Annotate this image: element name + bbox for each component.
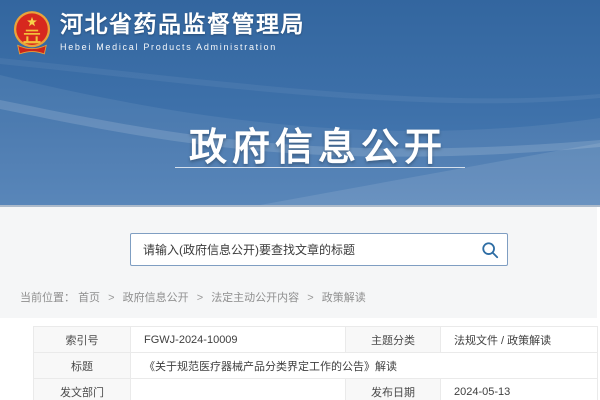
issuing-department-label: 发文部门 xyxy=(34,379,131,400)
breadcrumb-item-home[interactable]: 首页 xyxy=(78,292,100,304)
index-number-value: FGWJ-2024-10009 xyxy=(131,327,346,353)
title-underline xyxy=(175,167,465,168)
breadcrumb-item-policy-interpretation[interactable]: 政策解读 xyxy=(322,292,366,304)
site-name-en: Hebei Medical Products Administration xyxy=(60,42,305,52)
top-banner: 河北省药品监督管理局 Hebei Medical Products Admini… xyxy=(0,0,600,205)
title-value: 《关于规范医疗器械产品分类界定工作的公告》解读 xyxy=(131,353,598,379)
page-title: 政府信息公开 xyxy=(0,116,600,171)
site-name-zh: 河北省药品监督管理局 xyxy=(60,13,305,37)
breadcrumb-separator: > xyxy=(197,292,203,304)
page: 河北省药品监督管理局 Hebei Medical Products Admini… xyxy=(0,0,600,400)
site-logo-header[interactable]: 河北省药品监督管理局 Hebei Medical Products Admini… xyxy=(13,10,305,56)
search-button[interactable] xyxy=(473,234,507,265)
breadcrumb-separator: > xyxy=(108,292,114,304)
site-name-block: 河北省药品监督管理局 Hebei Medical Products Admini… xyxy=(60,10,305,52)
publish-date-value: 2024-05-13 xyxy=(441,379,598,400)
breadcrumb-item-disclosure-content[interactable]: 法定主动公开内容 xyxy=(211,292,299,304)
document-meta-table: 索引号 FGWJ-2024-10009 主题分类 法规文件 / 政策解读 标题 … xyxy=(33,326,598,400)
title-label: 标题 xyxy=(34,353,131,379)
breadcrumb-separator: > xyxy=(307,292,313,304)
national-emblem-icon xyxy=(13,10,51,56)
table-row: 索引号 FGWJ-2024-10009 主题分类 法规文件 / 政策解读 xyxy=(34,327,598,353)
search-input[interactable] xyxy=(131,234,473,265)
breadcrumb-item-gov-info[interactable]: 政府信息公开 xyxy=(123,292,189,304)
publish-date-label: 发布日期 xyxy=(346,379,441,400)
table-row: 发文部门 发布日期 2024-05-13 xyxy=(34,379,598,400)
table-row: 标题 《关于规范医疗器械产品分类界定工作的公告》解读 xyxy=(34,353,598,379)
search-icon xyxy=(481,241,499,259)
index-number-label: 索引号 xyxy=(34,327,131,353)
breadcrumb: 当前位置： 首页 > 政府信息公开 > 法定主动公开内容 > 政策解读 xyxy=(20,289,366,305)
topic-category-value: 法规文件 / 政策解读 xyxy=(441,327,598,353)
topic-category-label: 主题分类 xyxy=(346,327,441,353)
breadcrumb-prefix: 当前位置： xyxy=(20,292,75,304)
search-box xyxy=(130,233,508,266)
issuing-department-value xyxy=(131,379,346,400)
